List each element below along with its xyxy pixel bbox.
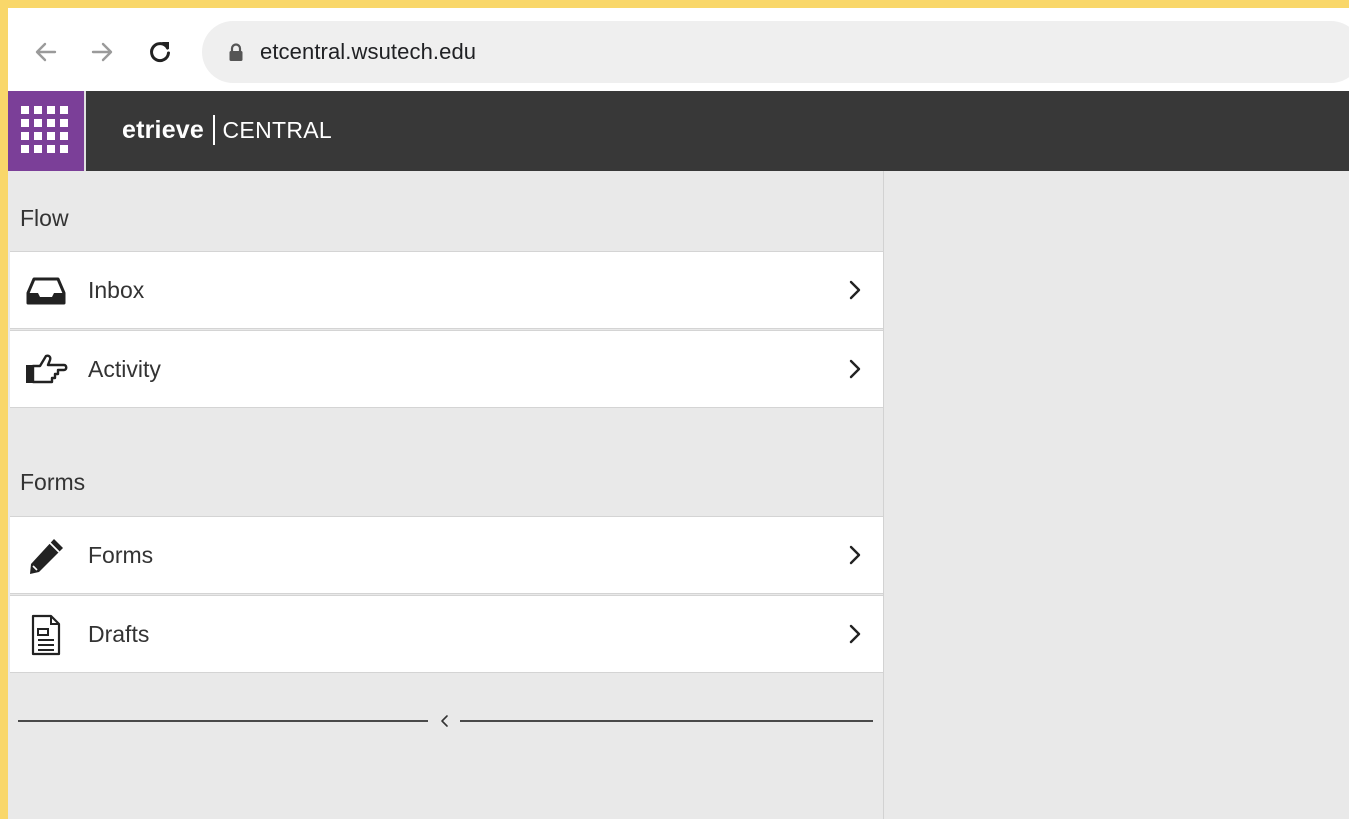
collapse-divider-right: [460, 720, 873, 722]
reload-icon: [150, 42, 170, 63]
chevron-right-icon: [849, 545, 861, 565]
brand-logo: etrieve: [122, 115, 205, 144]
grid-icon: [21, 106, 68, 153]
sidebar-item-activity[interactable]: Activity: [10, 330, 883, 408]
chevron-right-icon: [849, 624, 861, 644]
back-button[interactable]: [28, 34, 64, 70]
chevron-left-icon: [441, 715, 448, 727]
arrow-right-icon: [91, 42, 113, 62]
lock-icon: [229, 43, 243, 61]
collapse-divider-left: [18, 720, 428, 722]
main-content-area: [885, 171, 1349, 819]
sidebar-item-label: Drafts: [88, 621, 150, 647]
app-window: etcentral.wsutech.edu etrieve CENTRAL Fl…: [8, 8, 1349, 819]
sidebar-item-inbox[interactable]: Inbox: [10, 251, 883, 329]
url-text: etcentral.wsutech.edu: [260, 39, 477, 64]
brand-product-name: CENTRAL: [222, 116, 332, 143]
section-header-flow: Flow: [20, 205, 69, 231]
app-header: etrieve CENTRAL: [8, 91, 1349, 171]
apps-launcher-button[interactable]: [8, 91, 84, 171]
sidebar-item-label: Activity: [88, 356, 161, 382]
pencil-icon: [24, 536, 68, 576]
section-header-forms: Forms: [20, 469, 86, 495]
brand-separator: [213, 115, 215, 145]
reload-button[interactable]: [142, 34, 178, 70]
document-icon: [24, 614, 68, 656]
brand[interactable]: etrieve CENTRAL: [122, 115, 332, 145]
sidebar-item-label: Inbox: [88, 277, 145, 303]
arrow-left-icon: [35, 42, 57, 62]
sidebar: Flow Inbox Activity Forms Forms Drafts: [10, 171, 884, 819]
header-divider: [84, 91, 86, 171]
browser-toolbar: etcentral.wsutech.edu: [8, 8, 1349, 91]
inbox-tray-icon: [24, 271, 68, 311]
forward-button[interactable]: [84, 34, 120, 70]
chevron-right-icon: [849, 359, 861, 379]
sidebar-item-forms[interactable]: Forms: [10, 516, 883, 594]
collapse-sidebar-button[interactable]: [434, 711, 456, 731]
chevron-right-icon: [849, 280, 861, 300]
sidebar-item-drafts[interactable]: Drafts: [10, 595, 883, 673]
pointing-hand-icon: [24, 350, 68, 390]
sidebar-item-label: Forms: [88, 542, 154, 568]
address-bar[interactable]: etcentral.wsutech.edu: [202, 21, 1349, 83]
